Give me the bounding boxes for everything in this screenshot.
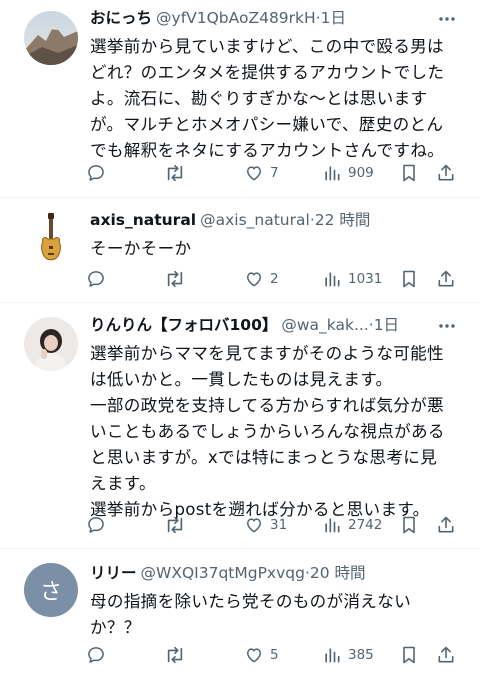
letter-avatar[interactable]: さ — [24, 563, 78, 617]
like-button[interactable]: 5 — [244, 642, 279, 668]
reply-button[interactable] — [86, 266, 112, 292]
display-name[interactable]: axis_natural — [90, 211, 196, 229]
timestamp[interactable]: 22 時間 — [315, 211, 371, 229]
retweet-button[interactable] — [164, 160, 192, 186]
bookmark-button[interactable] — [400, 512, 418, 538]
heart-icon — [244, 645, 264, 665]
bookmark-icon — [400, 269, 418, 289]
view-count: 2742 — [348, 517, 383, 533]
timestamp[interactable]: 20 時間 — [310, 564, 366, 582]
tweet-text: そーかそーか — [90, 239, 192, 258]
view-count: 385 — [348, 647, 374, 663]
tweet-3[interactable]: りんりん【フォロバ100】 @wa_kak...·1日 選挙前からママを見てますが… — [0, 303, 480, 548]
bookmark-button[interactable] — [400, 266, 418, 292]
reply-icon — [86, 163, 106, 183]
views-chart-icon — [322, 269, 342, 289]
like-button[interactable]: 7 — [244, 160, 279, 186]
tweet-header: りんりん【フォロバ100】 @wa_kak...·1日 — [90, 315, 440, 335]
share-icon — [436, 645, 456, 665]
tweet-2[interactable]: axis_natural @axis_natural·22 時間 そーかそーか 2… — [0, 198, 480, 302]
bookmark-icon — [400, 515, 418, 535]
retweet-button[interactable] — [164, 512, 192, 538]
display-name[interactable]: リリー — [90, 564, 137, 582]
reply-button[interactable] — [86, 160, 112, 186]
retweet-icon — [164, 163, 186, 183]
display-name[interactable]: おにっち — [90, 9, 152, 27]
more-options-icon[interactable] — [438, 317, 456, 335]
tweet-1[interactable]: おにっち @yfV1QbAoZ489rkH·1日 選挙前から見ていますけど、この中… — [0, 0, 480, 197]
mountain-avatar[interactable] — [24, 11, 78, 65]
like-count: 2 — [270, 271, 279, 287]
display-name[interactable]: りんりん【フォロバ100】 — [90, 316, 277, 334]
views-button[interactable]: 385 — [322, 642, 374, 668]
tweet-text: 選挙前から見ていますけど、この中で殴る男は どれ？のエンタメを提供するアカウント… — [90, 37, 445, 160]
views-chart-icon — [322, 515, 342, 535]
share-button[interactable] — [436, 266, 456, 292]
bookmark-icon — [400, 163, 418, 183]
like-button[interactable]: 31 — [244, 512, 287, 538]
view-count: 909 — [348, 165, 374, 181]
tweet-header: リリー @WXQI37qtMgPxvqg·20 時間 — [90, 563, 440, 583]
user-handle[interactable]: @wa_kak... — [281, 316, 368, 334]
more-options-icon[interactable] — [438, 10, 456, 28]
reply-button[interactable] — [86, 642, 112, 668]
action-bar: 31 2742 — [86, 512, 466, 538]
person-avatar[interactable] — [24, 317, 78, 371]
share-icon — [436, 269, 456, 289]
reply-icon — [86, 269, 106, 289]
share-button[interactable] — [436, 642, 456, 668]
views-chart-icon — [322, 645, 342, 665]
heart-icon — [244, 269, 264, 289]
view-count: 1031 — [348, 271, 383, 287]
like-count: 5 — [270, 647, 279, 663]
bookmark-button[interactable] — [400, 160, 418, 186]
like-button[interactable]: 2 — [244, 266, 279, 292]
reply-icon — [86, 515, 106, 535]
share-button[interactable] — [436, 160, 456, 186]
tweet-4[interactable]: さ リリー @WXQI37qtMgPxvqg·20 時間 母の指摘を除いたら党その… — [0, 549, 480, 677]
action-bar: 2 1031 — [86, 266, 466, 292]
heart-icon — [244, 515, 264, 535]
tweet-header: axis_natural @axis_natural·22 時間 — [90, 210, 440, 230]
action-bar: 5 385 — [86, 642, 466, 668]
views-button[interactable]: 2742 — [322, 512, 382, 538]
timestamp[interactable]: 1日 — [374, 316, 399, 334]
views-chart-icon — [322, 163, 342, 183]
tweet-text: 選挙前からママを見てますがそのような可能性 は低いかと。一貫したものは見えます。… — [90, 344, 445, 519]
share-button[interactable] — [436, 512, 456, 538]
user-handle[interactable]: @yfV1QbAoZ489rkH — [156, 9, 316, 27]
reply-icon — [86, 645, 106, 665]
user-handle[interactable]: @WXQI37qtMgPxvqg — [141, 564, 305, 582]
tweet-header: おにっち @yfV1QbAoZ489rkH·1日 — [90, 8, 440, 28]
views-button[interactable]: 1031 — [322, 266, 382, 292]
reply-button[interactable] — [86, 512, 112, 538]
retweet-icon — [164, 645, 186, 665]
timestamp[interactable]: 1日 — [321, 9, 346, 27]
bookmark-button[interactable] — [400, 642, 418, 668]
views-button[interactable]: 909 — [322, 160, 374, 186]
like-count: 7 — [270, 165, 279, 181]
retweet-icon — [164, 269, 186, 289]
tweet-text: 母の指摘を除いたら党そのものが消えない か？？ — [90, 592, 411, 637]
avatar-letter: さ — [39, 580, 62, 605]
user-handle[interactable]: @axis_natural — [200, 211, 310, 229]
retweet-icon — [164, 515, 186, 535]
share-icon — [436, 515, 456, 535]
heart-icon — [244, 163, 264, 183]
guitar-avatar[interactable] — [24, 212, 78, 266]
share-icon — [436, 163, 456, 183]
action-bar: 7 909 — [86, 160, 466, 186]
like-count: 31 — [270, 517, 288, 533]
bookmark-icon — [400, 645, 418, 665]
retweet-button[interactable] — [164, 266, 192, 292]
retweet-button[interactable] — [164, 642, 192, 668]
